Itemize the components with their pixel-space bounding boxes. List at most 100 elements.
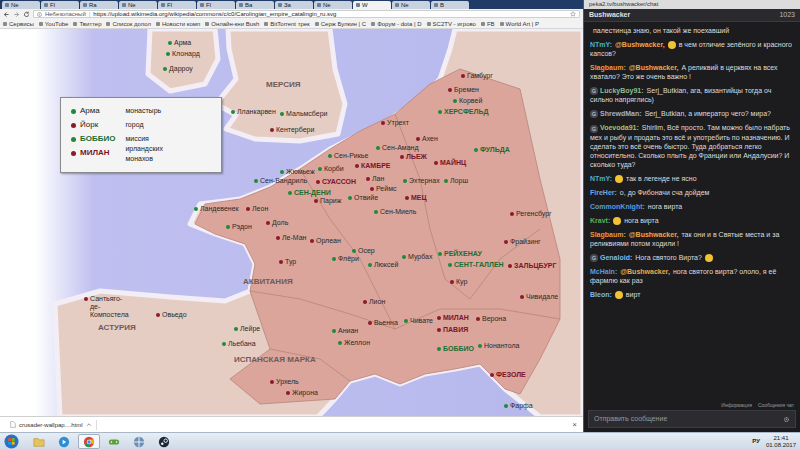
url-text[interactable]: https://upload.wikimedia.org/wikipedia/c…: [93, 10, 567, 18]
favicon-icon: [395, 3, 399, 7]
username[interactable]: LuckyBoy91:: [600, 87, 644, 94]
map-pin: Реймс: [370, 185, 396, 193]
browser-tab[interactable]: За: [275, 1, 313, 9]
bookmark[interactable]: FB: [481, 20, 495, 28]
marker-dot-icon: [504, 240, 508, 244]
chat-message: McHain:@Bushwacker,нога святого вирта? о…: [590, 267, 794, 285]
browser-tab[interactable]: Fl: [197, 1, 235, 9]
map-pin: Урхель: [270, 378, 299, 386]
address-bar[interactable]: Небезопасный|https://upload.wikimedia.or…: [33, 10, 580, 18]
username[interactable]: Kravt:: [590, 217, 610, 224]
marker-dot-icon: [363, 300, 367, 304]
bookmark[interactable]: Твиттер: [73, 20, 101, 28]
username[interactable]: FireHer:: [590, 189, 617, 196]
map-pin: Леон: [246, 205, 268, 213]
badge: G: [590, 125, 598, 133]
mention[interactable]: @Bushwacker,: [620, 268, 670, 275]
reload-icon[interactable]: [23, 11, 30, 18]
username[interactable]: Genaloid:: [600, 254, 632, 261]
bookmark[interactable]: Сервисы: [3, 20, 34, 28]
settings-gear-icon[interactable]: [783, 416, 790, 423]
map-pin: Корвей: [453, 97, 482, 105]
browser-tab[interactable]: В: [431, 1, 469, 9]
taskbar-button[interactable]: [28, 434, 50, 449]
back-arrow-icon[interactable]: [3, 11, 10, 18]
message-input[interactable]: Отправить сообщение: [588, 410, 796, 428]
bookmark[interactable]: YouTube: [39, 20, 69, 28]
chat-message: Slagbaum:@Bushwacker,так они и в Святые …: [590, 230, 794, 248]
favicon-icon: [44, 3, 48, 7]
favicon-icon: [356, 3, 360, 7]
chat-link[interactable]: Сообщения чат: [758, 401, 794, 409]
legend-marker: Йорк: [71, 120, 115, 130]
chat-message: Kravt:нога вирта: [590, 216, 794, 225]
browser-tab[interactable]: Fl: [158, 1, 196, 9]
security-label[interactable]: Небезопасный: [45, 10, 86, 18]
windows-start-icon[interactable]: [4, 434, 19, 449]
taskbar-button[interactable]: [53, 434, 75, 449]
taskbar-button[interactable]: [78, 434, 100, 449]
ireland-land: [148, 29, 218, 91]
username[interactable]: Bleon:: [590, 291, 612, 298]
mention[interactable]: @Bushwacker,: [629, 231, 679, 238]
bookmark[interactable]: Список допол: [106, 20, 150, 28]
region-label: АКВИТАНИЯ: [243, 277, 293, 286]
browser-tab[interactable]: Ne: [2, 1, 40, 9]
chevron-up-icon[interactable]: [86, 422, 92, 428]
taskbar-button[interactable]: [153, 434, 175, 449]
close-button[interactable]: ×: [572, 421, 577, 429]
download-item[interactable]: crusader-wallpap....html: [6, 420, 97, 430]
legend-marker: МИЛАН: [71, 148, 115, 158]
username[interactable]: McHain:: [590, 268, 617, 275]
browser-tab[interactable]: Fl: [41, 1, 79, 9]
marker-dot-icon: [400, 155, 404, 159]
favicon-icon: [239, 3, 243, 7]
bookmark[interactable]: Серж Булкин | С: [315, 20, 366, 28]
clock[interactable]: 21:4101.08.2017: [766, 435, 796, 449]
browser-tab[interactable]: Ne: [392, 1, 430, 9]
emote-icon: [668, 41, 676, 49]
marker-dot-icon: [448, 263, 452, 267]
bookmark[interactable]: BitTorrent трек: [264, 20, 309, 28]
taskbar-button[interactable]: [103, 434, 125, 449]
info-icon[interactable]: [37, 12, 42, 17]
browser-tab[interactable]: Ne: [119, 1, 157, 9]
bookmark-icon: [106, 22, 110, 26]
mention[interactable]: @Bushwacker,: [615, 41, 665, 48]
chat-message: Bleon:вирт: [590, 290, 794, 299]
username[interactable]: Voevoda91:: [600, 124, 639, 131]
chat-link[interactable]: Информация: [721, 401, 752, 409]
browser-tab[interactable]: Ba: [236, 1, 274, 9]
username[interactable]: CommonKnight:: [590, 203, 645, 210]
border-lines: [250, 114, 560, 381]
map-pin: Сен-Вандриль: [254, 177, 307, 185]
marker-dot-icon: [381, 121, 385, 125]
language-indicator[interactable]: РУ: [752, 438, 760, 445]
bookmark[interactable]: SC2TV - игрово: [427, 20, 476, 28]
bookmark[interactable]: Онлайн-кни Bush: [205, 20, 259, 28]
taskbar-button[interactable]: [128, 434, 150, 449]
mention[interactable]: @Bushwacker,: [629, 64, 679, 71]
map-pin: Кур: [450, 278, 467, 286]
bookmark[interactable]: Форум - dota | D: [371, 20, 421, 28]
username[interactable]: ShrewdMan:: [600, 110, 642, 117]
username[interactable]: NTmY:: [590, 175, 612, 182]
bookmark-icon: [156, 22, 160, 26]
browser-tab[interactable]: W: [353, 1, 391, 9]
taskbar: РУ 21:4101.08.2017: [0, 432, 800, 450]
marker-dot-icon: [437, 316, 441, 320]
browser-tab[interactable]: Ne: [314, 1, 352, 9]
username[interactable]: NTmY:: [590, 41, 612, 48]
username[interactable]: Slagbaum:: [590, 64, 626, 71]
username[interactable]: Slagbaum:: [590, 231, 626, 238]
bookmark-star-icon[interactable]: [570, 11, 576, 17]
marker-dot-icon: [403, 179, 407, 183]
bookmark[interactable]: Новости комп: [156, 20, 200, 28]
forward-arrow-icon[interactable]: [13, 11, 20, 18]
browser-tab[interactable]: Ra: [80, 1, 118, 9]
marker-dot-icon: [374, 210, 378, 214]
bookmark[interactable]: World Art | Р: [500, 20, 539, 28]
marker-dot-icon: [476, 317, 480, 321]
channel-name[interactable]: Bushwacker: [589, 10, 630, 20]
map-pin: Тур: [279, 258, 296, 266]
